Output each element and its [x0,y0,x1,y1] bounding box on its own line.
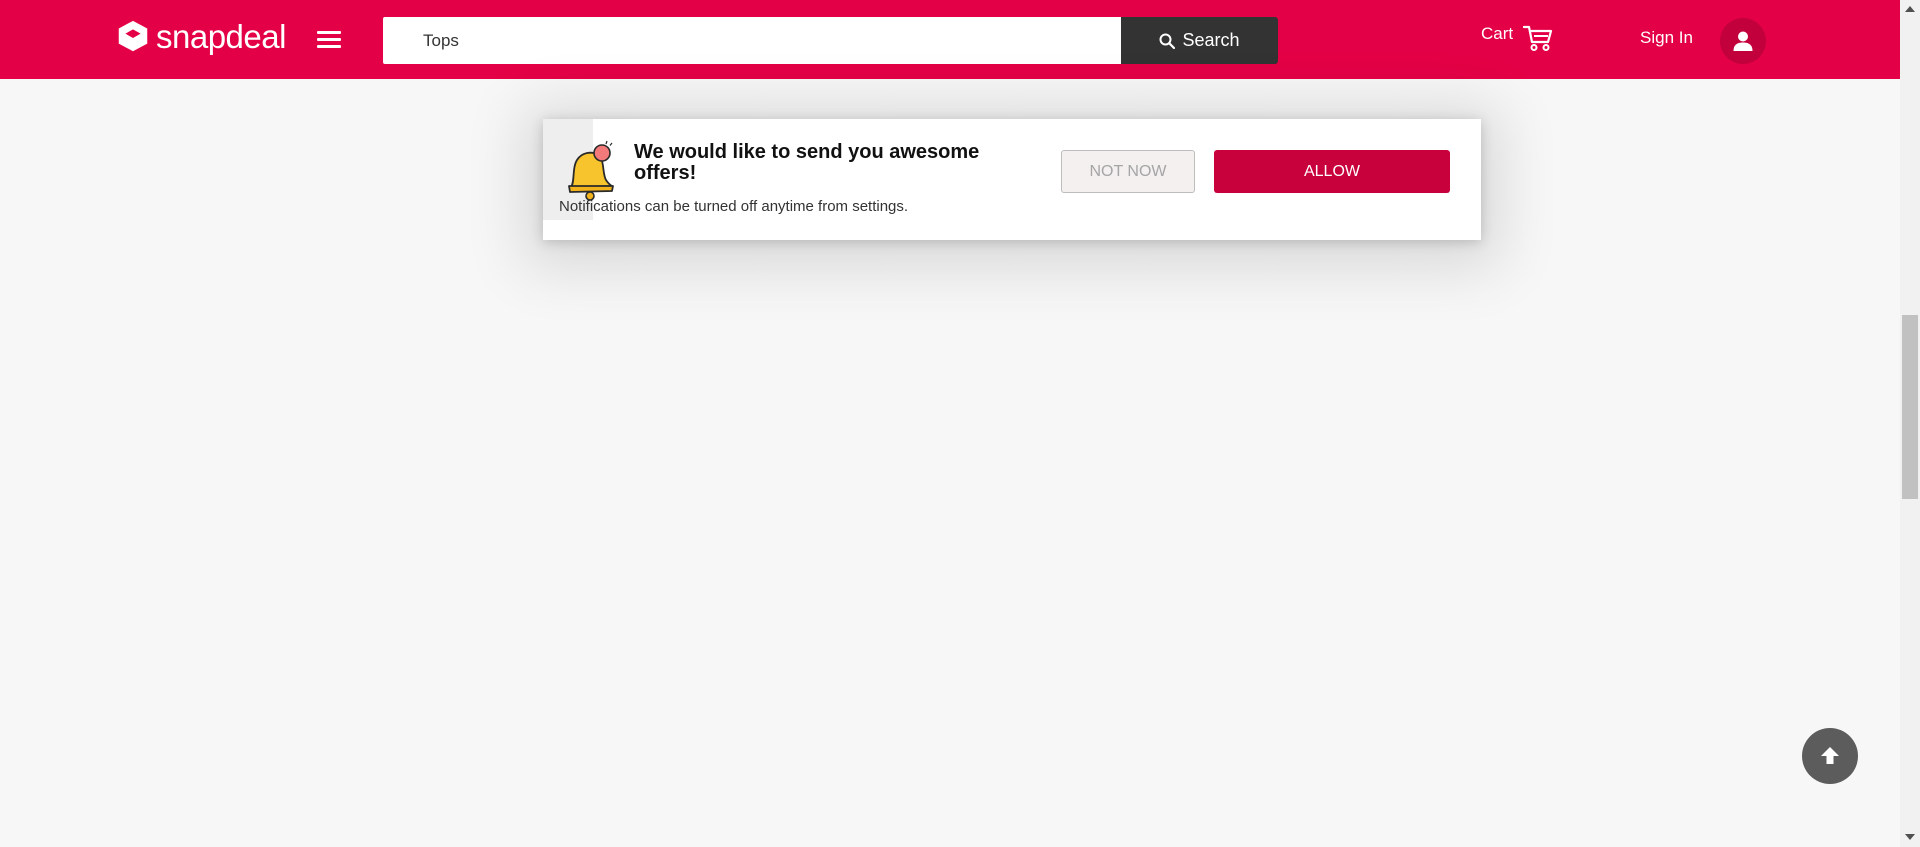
search-button-label: Search [1182,30,1240,50]
allow-button[interactable]: ALLOW [1214,150,1450,193]
notification-subtitle: Notifications can be turned off anytime … [559,198,909,215]
search-icon [1159,33,1176,49]
notification-title: We would like to send you awesome offers… [634,141,980,184]
scroll-to-top-button[interactable] [1802,728,1858,784]
snapdeal-logo-icon [118,20,148,52]
cart-label: Cart [1481,24,1514,43]
cart-icon [1523,25,1553,51]
user-avatar-button[interactable] [1720,18,1766,64]
user-icon [1733,31,1753,51]
logo[interactable]: snapdeal [114,18,286,56]
arrow-up-icon [1821,747,1839,764]
scroll-down-arrow-icon[interactable] [1905,834,1915,840]
search-input[interactable] [383,17,1121,64]
header: snapdeal Search Cart Sign In [0,0,1900,79]
search-button[interactable]: Search [1121,17,1278,64]
not-now-button[interactable]: NOT NOW [1061,150,1195,193]
logo-text: snapdeal [156,18,286,55]
sign-in-link[interactable]: Sign In [1640,28,1693,48]
scrollbar-thumb[interactable] [1902,315,1918,499]
cart-button[interactable]: Cart [1481,24,1553,52]
bell-icon [568,140,614,201]
scroll-up-arrow-icon[interactable] [1905,6,1915,12]
page: snapdeal Search Cart Sign In [0,0,1920,847]
notification-permission-dialog: We would like to send you awesome offers… [543,119,1481,240]
hamburger-icon[interactable] [317,31,341,51]
vertical-scrollbar[interactable] [1900,0,1920,847]
